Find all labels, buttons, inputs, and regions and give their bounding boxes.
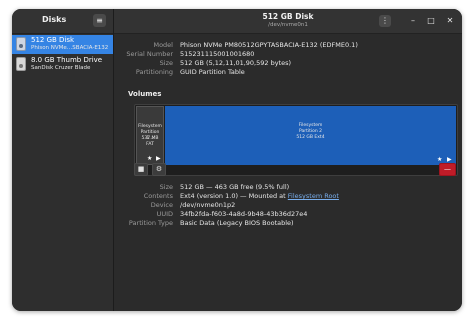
partitioning-label: Partitioning xyxy=(135,68,173,76)
detail-row-size: Size 512 GB — 463 GB free (9.5% full) xyxy=(114,183,462,192)
partitioning-value: GUID Partition Table xyxy=(180,68,245,76)
vol-size-value: 512 GB — 463 GB free (9.5% full) xyxy=(180,183,290,191)
disks-window: Disks ≡ 512 GB Disk Phison NVMe…SBACIA-E… xyxy=(12,9,462,311)
disk-name: 8.0 GB Thumb Drive xyxy=(31,56,103,64)
disk-item-512gb[interactable]: 512 GB Disk Phison NVMe…SBACIA-E132 xyxy=(12,35,113,54)
header-bar: 512 GB Disk /dev/nvme0n1 ⋮ – □ ✕ xyxy=(114,9,462,34)
unmount-button[interactable]: ■ xyxy=(134,163,148,176)
info-row-serial: Serial Number 515231115001001680 xyxy=(114,50,462,59)
delete-partition-button[interactable]: — xyxy=(439,163,456,176)
contents-text: Ext4 (version 1.0) — Mounted at xyxy=(180,192,288,200)
partition-2[interactable]: Filesystem Partition 2 512 GB Ext4 ★ ▶ xyxy=(165,106,456,165)
disk-model: SanDisk Cruzer Blade xyxy=(31,65,91,71)
partition-type-value: Basic Data (Legacy BIOS Bootable) xyxy=(180,219,294,227)
play-icon: ▶ xyxy=(447,156,452,163)
disk-model: Phison NVMe…SBACIA-E132 xyxy=(31,45,109,51)
gear-icon[interactable]: ⚙ xyxy=(152,163,166,176)
contents-label: Contents xyxy=(143,192,173,200)
ssd-drive-icon xyxy=(16,37,26,51)
partition-type-label: Partition Type xyxy=(128,219,173,227)
sidebar: Disks ≡ 512 GB Disk Phison NVMe…SBACIA-E… xyxy=(12,9,114,311)
info-row-size: Size 512 GB (5,12,11,01,90,592 bytes) xyxy=(114,59,462,68)
kebab-menu-icon[interactable]: ⋮ xyxy=(379,15,391,27)
size-label: Size xyxy=(159,59,173,67)
partition-2-size: 512 GB Ext4 xyxy=(296,135,325,140)
contents-value: Ext4 (version 1.0) — Mounted at Filesyst… xyxy=(180,192,339,200)
info-row-partitioning: Partitioning GUID Partition Table xyxy=(114,68,462,77)
detail-row-device: Device /dev/nvme0n1p2 xyxy=(114,201,462,210)
detail-row-uuid: UUID 34fb2fda-f603-4a8d-9b48-43b36d27e4 xyxy=(114,210,462,219)
info-row-model: Model Phison NVMe PM80512GPYTASBACIA-E13… xyxy=(114,41,462,50)
disk-item-thumb-drive[interactable]: 8.0 GB Thumb Drive SanDisk Cruzer Blade xyxy=(12,55,113,74)
detail-row-partition-type: Partition Type Basic Data (Legacy BIOS B… xyxy=(114,219,462,228)
partition-1-size: 537 MB FAT xyxy=(141,136,159,147)
sidebar-header: Disks ≡ xyxy=(12,9,113,34)
star-icon: ★ xyxy=(437,156,443,163)
detail-row-contents: Contents Ext4 (version 1.0) — Mounted at… xyxy=(114,192,462,201)
uuid-value: 34fb2fda-f603-4a8d-9b48-43b36d27e4 xyxy=(180,210,308,218)
model-value: Phison NVMe PM80512GPYTASBACIA-E132 (EDF… xyxy=(180,41,358,49)
maximize-button[interactable]: □ xyxy=(425,15,437,27)
model-label: Model xyxy=(153,41,173,49)
usb-drive-icon xyxy=(16,57,26,71)
serial-label: Serial Number xyxy=(126,50,173,58)
uuid-label: UUID xyxy=(156,210,173,218)
volume-toolbar: ■ ⚙ — xyxy=(134,163,456,177)
minimize-button[interactable]: – xyxy=(407,15,419,27)
device-value: /dev/nvme0n1p2 xyxy=(180,201,236,209)
serial-value: 515231115001001680 xyxy=(180,50,255,58)
app-title: Disks xyxy=(42,15,67,24)
hamburger-menu-icon[interactable]: ≡ xyxy=(93,14,106,27)
filesystem-root-link[interactable]: Filesystem Root xyxy=(288,192,339,200)
disk-name: 512 GB Disk xyxy=(31,36,75,44)
star-icon: ★ xyxy=(147,155,153,162)
partition-1[interactable]: Filesystem Partition 1... 537 MB FAT ★ ▶ xyxy=(136,106,164,165)
play-icon: ▶ xyxy=(156,155,161,162)
volumes-heading: Volumes xyxy=(128,90,162,98)
vol-size-label: Size xyxy=(159,183,173,191)
device-label: Device xyxy=(150,201,173,209)
close-button[interactable]: ✕ xyxy=(444,15,456,27)
main-pane: 512 GB Disk /dev/nvme0n1 ⋮ – □ ✕ Model P… xyxy=(114,9,462,311)
size-value: 512 GB (5,12,11,01,90,592 bytes) xyxy=(180,59,292,67)
